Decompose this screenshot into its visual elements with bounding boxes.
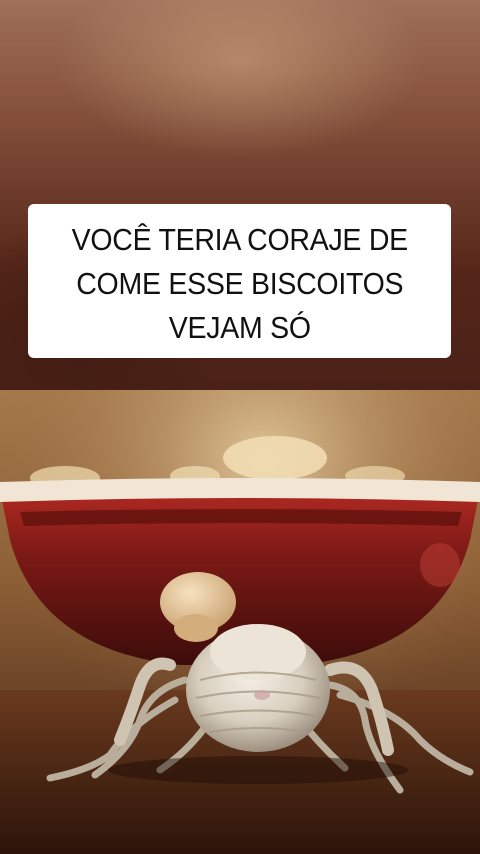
insect-marking [254,690,270,700]
video-content [0,390,480,854]
scene-illustration [0,390,480,854]
caption-text: VOCÊ TERIA CORAJE DE COME ESSE BISCOITOS… [71,222,408,345]
video-frame: VOCÊ TERIA CORAJE DE COME ESSE BISCOITOS… [0,0,480,854]
cookie [174,614,218,642]
insect-shadow [108,756,408,784]
bowl-highlight [420,543,460,587]
cookie-in-bowl [223,436,327,480]
caption-box: VOCÊ TERIA CORAJE DE COME ESSE BISCOITOS… [28,204,451,358]
